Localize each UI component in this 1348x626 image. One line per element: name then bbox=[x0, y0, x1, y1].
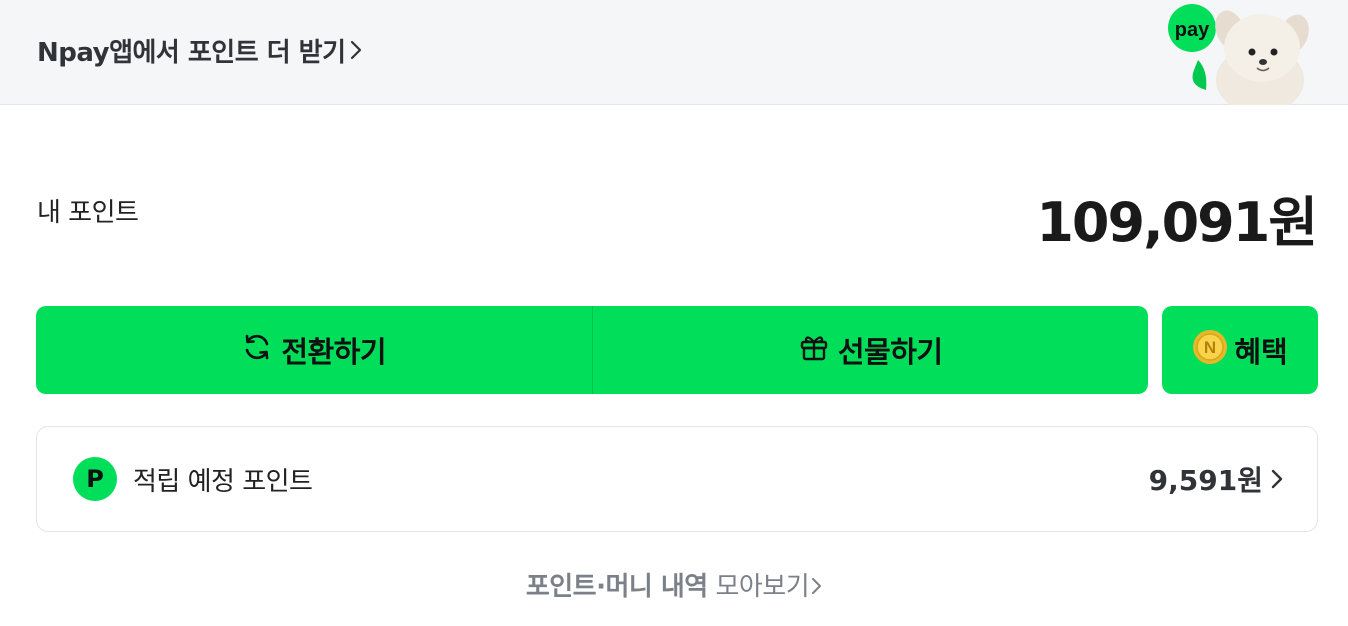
chevron-right-icon bbox=[1271, 468, 1283, 490]
chevron-right-icon bbox=[811, 573, 822, 603]
gift-button[interactable]: 선물하기 bbox=[591, 306, 1149, 394]
pending-points-value-wrap: 9,591원 bbox=[1149, 459, 1283, 499]
coin-icon: N bbox=[1192, 329, 1234, 372]
history-link[interactable]: 포인트·머니 내역 모아보기 bbox=[0, 566, 1348, 603]
convert-button[interactable]: 전환하기 bbox=[36, 306, 592, 394]
refresh-icon bbox=[241, 331, 281, 370]
history-link-text: 모아보기 bbox=[707, 572, 810, 602]
chevron-right-icon bbox=[350, 39, 362, 61]
gift-button-label: 선물하기 bbox=[837, 335, 943, 369]
pay-badge-text: pay bbox=[1175, 19, 1210, 41]
my-points-label: 내 포인트 bbox=[37, 198, 139, 228]
benefit-button-label: 혜택 bbox=[1234, 335, 1288, 369]
pending-points-row[interactable]: P 적립 예정 포인트 9,591원 bbox=[36, 426, 1318, 532]
convert-button-label: 전환하기 bbox=[281, 335, 387, 369]
benefit-button[interactable]: N 혜택 bbox=[1162, 306, 1318, 394]
pending-points-label: 적립 예정 포인트 bbox=[133, 466, 313, 497]
svg-text:N: N bbox=[1204, 338, 1216, 357]
gift-icon bbox=[798, 331, 838, 370]
pending-points-value: 9,591원 bbox=[1148, 464, 1263, 497]
point-actions: 전환하기 선물하기 bbox=[36, 306, 1148, 394]
point-badge-icon: P bbox=[73, 457, 117, 501]
my-points-value: 109,091원 bbox=[1036, 191, 1318, 254]
history-link-bold: 포인트·머니 내역 bbox=[525, 572, 708, 602]
mascot-image: pay bbox=[1168, 0, 1318, 114]
promo-banner[interactable]: Npay앱에서 포인트 더 받기 pay bbox=[0, 0, 1348, 114]
npay-app-link-label: Npay앱에서 포인트 더 받기 bbox=[37, 37, 346, 68]
npay-app-link[interactable]: Npay앱에서 포인트 더 받기 bbox=[37, 30, 362, 70]
